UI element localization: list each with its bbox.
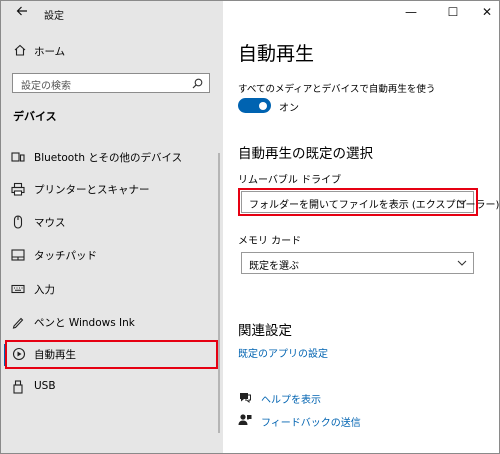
maximize-button[interactable]: ☐ — [443, 3, 463, 21]
search-icon[interactable] — [192, 78, 203, 89]
sidebar-item-printers[interactable]: プリンターとスキャナー — [1, 175, 223, 205]
touchpad-icon — [11, 249, 25, 261]
sidebar-item-mouse[interactable]: マウス — [1, 208, 223, 238]
home-icon — [14, 44, 26, 56]
toggle-state-label: オン — [279, 103, 299, 114]
defaults-heading: 自動再生の既定の選択 — [238, 146, 373, 162]
default-apps-link[interactable]: 既定のアプリの設定 — [238, 345, 328, 360]
autoplay-highlight-box — [5, 340, 218, 369]
memory-card-value: 既定を選ぶ — [249, 261, 299, 272]
page-title: 自動再生 — [238, 43, 315, 65]
settings-window: 設定 ホーム 設定の検索 デバイス Bluetooth とその他のデバイス プリ… — [0, 0, 500, 454]
removable-drive-highlight-box — [238, 188, 478, 216]
search-placeholder: 設定の検索 — [21, 81, 71, 92]
sidebar-item-pen[interactable]: ペンと Windows Ink — [1, 308, 223, 338]
printer-icon — [11, 182, 25, 196]
removable-drive-label: リムーバブル ドライブ — [238, 175, 342, 186]
feedback-icon — [238, 414, 252, 425]
chevron-down-icon — [457, 260, 467, 266]
sidebar-item-label: タッチパッド — [34, 250, 97, 262]
sidebar-item-typing[interactable]: 入力 — [1, 275, 223, 305]
autoplay-toggle-caption: すべてのメディアとデバイスで自動再生を使う — [238, 84, 436, 95]
sidebar-item-bluetooth[interactable]: Bluetooth とその他のデバイス — [1, 143, 223, 173]
sidebar-item-usb[interactable]: USB — [1, 373, 223, 403]
bluetooth-devices-icon — [11, 152, 25, 162]
sidebar-item-label: ホーム — [34, 46, 66, 58]
sidebar-item-touchpad[interactable]: タッチパッド — [1, 241, 223, 271]
main-panel: — ☐ ✕ 自動再生 すべてのメディアとデバイスで自動再生を使う オン 自動再生… — [223, 1, 499, 453]
memory-card-select[interactable]: 既定を選ぶ — [241, 252, 474, 274]
close-button[interactable]: ✕ — [477, 3, 497, 21]
toggle-knob — [259, 101, 267, 110]
keyboard-icon — [11, 284, 25, 294]
usb-icon — [13, 380, 23, 394]
mouse-icon — [13, 215, 23, 229]
sidebar-item-label: プリンターとスキャナー — [34, 184, 150, 196]
title-bar: 設定 — [1, 1, 223, 27]
back-arrow-icon — [16, 6, 27, 16]
sidebar-item-label: 入力 — [34, 284, 55, 296]
pen-icon — [12, 317, 24, 329]
section-title: デバイス — [13, 110, 57, 123]
help-link[interactable]: ヘルプを表示 — [261, 391, 321, 406]
minimize-button[interactable]: — — [401, 3, 421, 21]
autoplay-toggle[interactable] — [238, 98, 271, 113]
help-icon — [240, 393, 251, 404]
sidebar-item-label: マウス — [34, 217, 66, 229]
sidebar-item-home[interactable]: ホーム — [1, 39, 223, 63]
sidebar: 設定 ホーム 設定の検索 デバイス Bluetooth とその他のデバイス プリ… — [1, 1, 223, 453]
back-button[interactable] — [13, 5, 31, 23]
search-input[interactable]: 設定の検索 — [12, 73, 210, 93]
sidebar-item-label: Bluetooth とその他のデバイス — [34, 152, 183, 164]
related-settings-heading: 関連設定 — [238, 323, 292, 339]
sidebar-item-label: USB — [34, 380, 56, 392]
app-title: 設定 — [44, 11, 64, 22]
memory-card-label: メモリ カード — [238, 236, 302, 247]
feedback-link[interactable]: フィードバックの送信 — [261, 414, 361, 429]
sidebar-item-label: ペンと Windows Ink — [34, 317, 135, 329]
sidebar-scrollbar[interactable] — [218, 153, 220, 433]
